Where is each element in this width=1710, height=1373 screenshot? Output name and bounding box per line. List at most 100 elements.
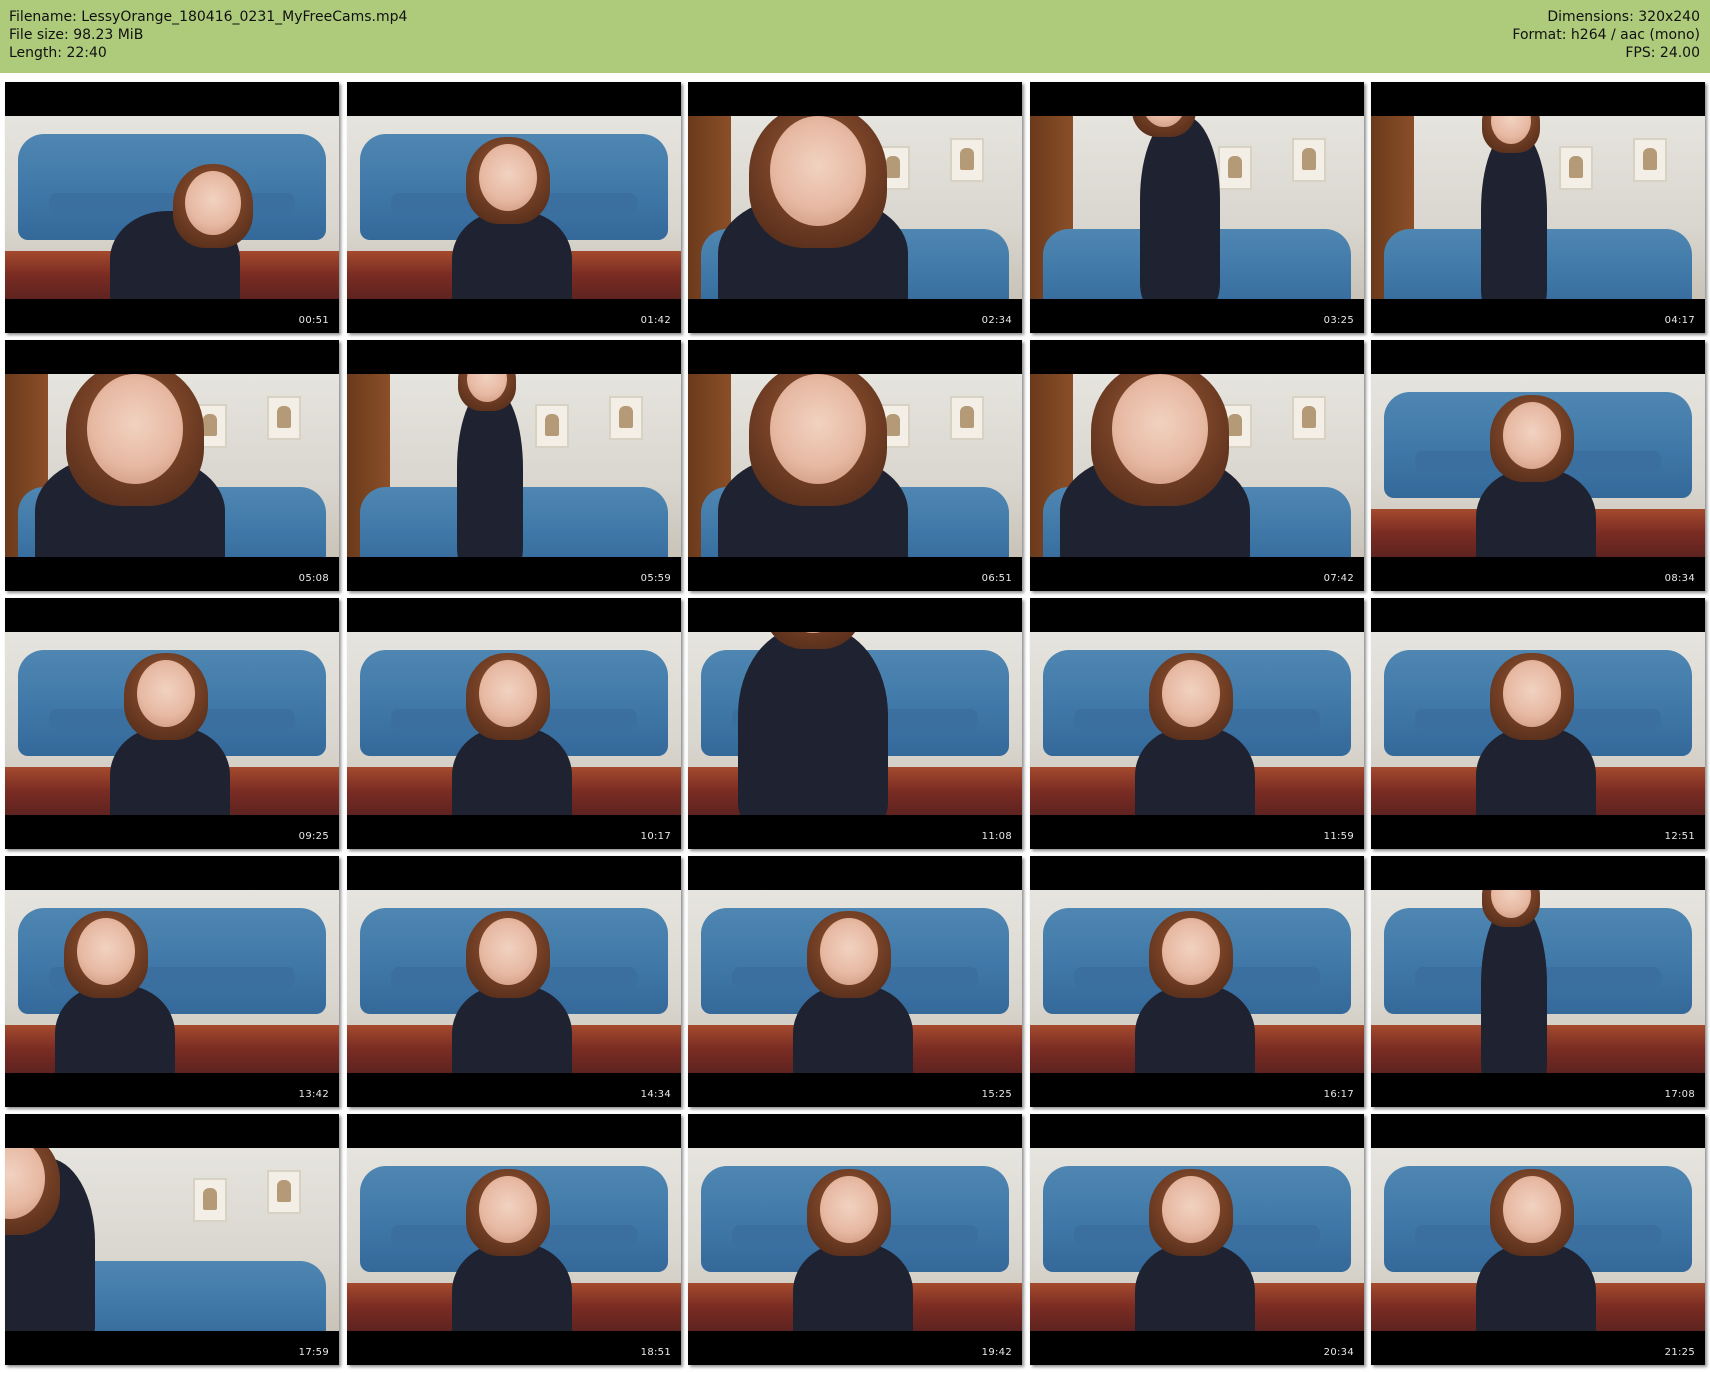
person-face <box>1503 1176 1561 1243</box>
thumbnail-timestamp: 02:34 <box>981 315 1012 326</box>
thumbnail-timestamp: 17:59 <box>298 1347 329 1358</box>
thumbnail-timestamp: 20:34 <box>1323 1347 1354 1358</box>
wall-picture <box>1633 138 1667 182</box>
thumbnail-frame <box>5 116 339 299</box>
wall-picture <box>267 1170 301 1214</box>
person-face <box>1162 1176 1220 1243</box>
thumbnail-timestamp: 18:51 <box>640 1347 671 1358</box>
thumbnail-frame <box>347 116 681 299</box>
thumbnail-timestamp: 17:08 <box>1664 1089 1695 1100</box>
thumbnail-timestamp: 07:42 <box>1323 573 1354 584</box>
wall-picture <box>1559 146 1593 190</box>
thumbnail-timestamp: 11:08 <box>981 831 1012 842</box>
thumbnail-frame <box>5 890 339 1073</box>
thumbnail-timestamp: 15:25 <box>981 1089 1012 1100</box>
person-body <box>110 727 230 815</box>
video-thumbnail: 08:34 <box>1371 340 1705 591</box>
thumbnail-frame <box>347 1148 681 1331</box>
thumbnail-frame <box>1030 374 1364 557</box>
thumbnail-timestamp: 00:51 <box>298 315 329 326</box>
person-face <box>479 918 537 985</box>
video-thumbnail: 04:17 <box>1371 82 1705 333</box>
thumbnail-timestamp: 01:42 <box>640 315 671 326</box>
person-face <box>1503 402 1561 469</box>
length-text: Length: 22:40 <box>9 45 107 61</box>
video-thumbnail: 07:42 <box>1030 340 1364 591</box>
video-thumbnail: 06:51 <box>688 340 1022 591</box>
filesize-text: File size: 98.23 MiB <box>9 27 144 43</box>
thumbnail-frame <box>1371 632 1705 815</box>
person-face <box>1162 918 1220 985</box>
person-body <box>55 985 175 1073</box>
person-face <box>87 374 183 485</box>
thumbnail-frame <box>688 632 1022 815</box>
person-face <box>1503 660 1561 727</box>
thumbnail-frame <box>5 632 339 815</box>
thumbnail-timestamp: 16:17 <box>1323 1089 1354 1100</box>
wall-picture <box>609 396 643 440</box>
person-face <box>479 1176 537 1243</box>
person-face <box>1162 660 1220 727</box>
video-thumbnail: 10:17 <box>347 598 681 849</box>
video-thumbnail: 20:34 <box>1030 1114 1364 1365</box>
thumbnail-frame <box>688 116 1022 299</box>
wall-picture <box>1292 138 1326 182</box>
thumbnail-frame <box>1371 116 1705 299</box>
wall-picture <box>1218 146 1252 190</box>
person-body <box>1140 116 1220 299</box>
thumbnail-timestamp: 12:51 <box>1664 831 1695 842</box>
video-thumbnail: 03:25 <box>1030 82 1364 333</box>
person-face <box>77 918 135 985</box>
person-body <box>452 211 572 299</box>
thumbnail-frame <box>5 374 339 557</box>
thumbnail-timestamp: 11:59 <box>1323 831 1354 842</box>
person-body <box>1476 469 1596 557</box>
thumbnail-frame <box>1371 374 1705 557</box>
wall-picture <box>950 138 984 182</box>
filename-text: Filename: LessyOrange_180416_0231_MyFree… <box>9 9 408 25</box>
thumbnail-frame <box>1030 632 1364 815</box>
video-thumbnail: 05:08 <box>5 340 339 591</box>
dimensions-text: Dimensions: 320x240 <box>1547 9 1700 25</box>
video-thumbnail: 09:25 <box>5 598 339 849</box>
person-face <box>820 1176 878 1243</box>
wall-picture <box>1292 396 1326 440</box>
thumbnail-timestamp: 08:34 <box>1664 573 1695 584</box>
thumbnail-frame <box>347 374 681 557</box>
file-info-right: Dimensions: 320x240 Format: h264 / aac (… <box>1512 8 1700 62</box>
person-body <box>1476 727 1596 815</box>
info-header: Filename: LessyOrange_180416_0231_MyFree… <box>0 0 1710 73</box>
video-thumbnail: 05:59 <box>347 340 681 591</box>
video-thumbnail: 21:25 <box>1371 1114 1705 1365</box>
video-thumbnail: 15:25 <box>688 856 1022 1107</box>
person-body <box>1135 727 1255 815</box>
thumbnail-timestamp: 04:17 <box>1664 315 1695 326</box>
person-face <box>185 171 241 236</box>
person-body <box>1481 131 1547 299</box>
thumbnail-frame <box>688 1148 1022 1331</box>
person-face <box>137 660 195 727</box>
video-thumbnail: 11:08 <box>688 598 1022 849</box>
person-body <box>452 985 572 1073</box>
thumbnail-frame <box>347 632 681 815</box>
video-thumbnail: 17:08 <box>1371 856 1705 1107</box>
person-body <box>1135 985 1255 1073</box>
person-face <box>479 660 537 727</box>
person-body <box>452 727 572 815</box>
thumbnail-frame <box>1371 1148 1705 1331</box>
thumbnail-frame <box>1030 1148 1364 1331</box>
thumbnail-frame <box>688 374 1022 557</box>
thumbnail-timestamp: 06:51 <box>981 573 1012 584</box>
video-thumbnail: 01:42 <box>347 82 681 333</box>
thumbnail-frame <box>347 890 681 1073</box>
thumbnail-timestamp: 05:08 <box>298 573 329 584</box>
video-thumbnail: 14:34 <box>347 856 681 1107</box>
thumbnail-timestamp: 21:25 <box>1664 1347 1695 1358</box>
thumbnail-timestamp: 03:25 <box>1323 315 1354 326</box>
video-thumbnail: 17:59 <box>5 1114 339 1365</box>
thumbnail-frame <box>688 890 1022 1073</box>
person-body <box>452 1243 572 1331</box>
thumbnail-frame <box>1030 890 1364 1073</box>
video-thumbnail: 18:51 <box>347 1114 681 1365</box>
person-body <box>1481 905 1547 1073</box>
